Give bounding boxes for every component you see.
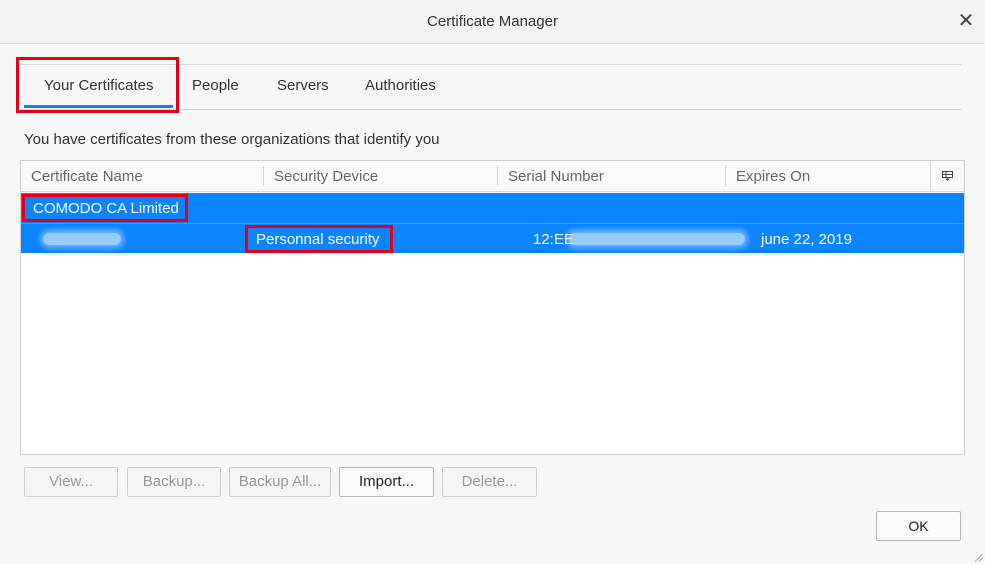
column-separator[interactable] [263, 166, 264, 186]
security-device-cell: Personnal security [256, 231, 380, 248]
column-separator[interactable] [725, 166, 726, 186]
tab-authorities[interactable]: Authorities [365, 77, 436, 101]
import-button[interactable]: Import... [339, 467, 434, 497]
tab-servers[interactable]: Servers [277, 77, 329, 101]
serial-number-cell: 12:EE [533, 231, 574, 248]
certificate-tree[interactable]: Certificate Name Security Device Serial … [20, 160, 965, 455]
delete-button[interactable]: Delete... [442, 467, 537, 497]
group-name: COMODO CA Limited [33, 200, 179, 217]
tab-your-certificates[interactable]: Your Certificates [44, 77, 154, 101]
table-row[interactable]: Personnal security 12:EE june 22, 2019 [21, 223, 964, 253]
table-header: Certificate Name Security Device Serial … [21, 161, 964, 192]
ok-button[interactable]: OK [876, 511, 961, 541]
expires-on-cell: june 22, 2019 [761, 231, 852, 248]
tab-strip: Your Certificates People Servers Authori… [20, 64, 961, 110]
column-separator[interactable] [497, 166, 498, 186]
selected-tab-indicator [24, 105, 173, 108]
redacted-certificate-name [43, 233, 121, 245]
tree-group-row[interactable]: COMODO CA Limited [21, 193, 964, 223]
column-header-serial-number[interactable]: Serial Number [508, 168, 604, 185]
redacted-serial-number [569, 233, 745, 245]
column-header-certificate-name[interactable]: Certificate Name [31, 168, 143, 185]
tab-people[interactable]: People [192, 77, 239, 101]
backup-button[interactable]: Backup... [127, 467, 221, 497]
window-title: Certificate Manager [427, 13, 558, 30]
title-bar: Certificate Manager ✕ [0, 0, 985, 44]
column-picker-icon[interactable] [930, 161, 964, 191]
resize-grip-icon[interactable] [973, 552, 983, 562]
column-header-security-device[interactable]: Security Device [274, 168, 378, 185]
view-button[interactable]: View... [24, 467, 118, 497]
close-icon[interactable]: ✕ [955, 10, 977, 32]
column-header-expires-on[interactable]: Expires On [736, 168, 810, 185]
description-text: You have certificates from these organiz… [24, 131, 440, 148]
backup-all-button[interactable]: Backup All... [229, 467, 331, 497]
